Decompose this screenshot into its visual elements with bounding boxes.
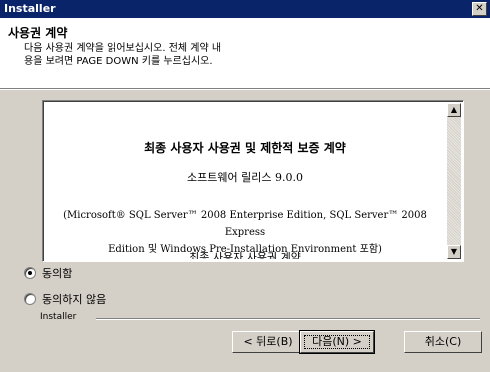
subtitle-line-1: 다음 사용권 계약을 읽어보십시오. 전체 계약 내 — [24, 43, 222, 54]
agree-option[interactable]: 동의함 — [24, 266, 72, 280]
back-button[interactable]: < 뒤로(B) — [232, 331, 304, 353]
footer-divider — [96, 318, 480, 320]
header-panel: 사용권 계약 다음 사용권 계약을 읽어보십시오. 전체 계약 내 용을 보려면… — [0, 18, 490, 88]
installer-group-label: Installer — [40, 312, 77, 322]
scroll-down-icon[interactable]: ▼ — [447, 245, 461, 259]
window-title: Installer — [4, 2, 56, 15]
license-release: 소프트웨어 릴리스 9.0.0 — [187, 171, 303, 184]
disagree-option[interactable]: 동의하지 않음 — [24, 292, 106, 306]
license-partial-line: 최종 사용자 사용권 계약 — [189, 251, 301, 259]
focus-rect — [304, 335, 370, 349]
title-bar: Installer ✕ — [0, 0, 490, 18]
close-button[interactable]: ✕ — [472, 2, 487, 16]
agree-radio[interactable] — [24, 267, 36, 279]
vertical-scrollbar[interactable]: ▲ ▼ — [447, 103, 461, 259]
license-title: 최종 사용자 사용권 및 제한적 보증 계약 — [144, 141, 346, 155]
scroll-up-icon[interactable]: ▲ — [447, 103, 461, 117]
license-content: 최종 사용자 사용권 및 제한적 보증 계약 소프트웨어 릴리스 9.0.0 (… — [45, 103, 445, 259]
page-subtitle: 다음 사용권 계약을 읽어보십시오. 전체 계약 내 용을 보려면 PAGE D… — [24, 42, 314, 68]
license-text-box[interactable]: 최종 사용자 사용권 및 제한적 보증 계약 소프트웨어 릴리스 9.0.0 (… — [42, 100, 464, 262]
cancel-button[interactable]: 취소(C) — [404, 331, 482, 353]
subtitle-line-2: 용을 보려면 PAGE DOWN 키를 누르십시오. — [24, 56, 213, 67]
page-title: 사용권 계약 — [8, 26, 68, 40]
license-edition-line-1: (Microsoft® SQL Server™ 2008 Enterprise … — [63, 210, 427, 238]
next-button[interactable]: 다음(N) > — [299, 330, 375, 354]
disagree-radio[interactable] — [24, 293, 36, 305]
disagree-label: 동의하지 않음 — [42, 293, 107, 306]
header-divider — [0, 88, 490, 90]
agree-label: 동의함 — [42, 267, 73, 280]
